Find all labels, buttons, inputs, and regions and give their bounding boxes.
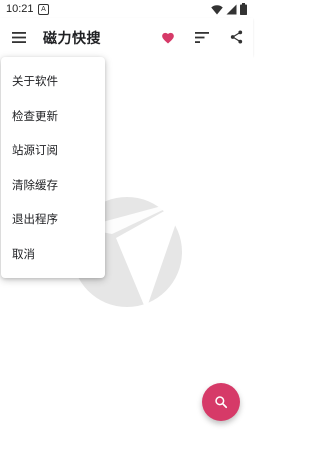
status-icons	[211, 3, 247, 15]
status-bar: 10:21 A	[0, 0, 253, 18]
menu-item-about[interactable]: 关于软件	[1, 64, 105, 99]
menu-item-cancel[interactable]: 取消	[1, 237, 105, 272]
share-icon	[230, 30, 242, 44]
menu-item-source-subscribe[interactable]: 站源订阅	[1, 133, 105, 168]
wifi-icon	[211, 4, 223, 14]
sort-icon	[195, 31, 209, 43]
hamburger-icon	[12, 31, 26, 43]
share-button[interactable]	[226, 27, 246, 47]
notification-a-icon: A	[38, 4, 49, 15]
battery-icon	[240, 3, 247, 15]
app-toolbar: 磁力快搜	[0, 18, 253, 56]
status-time: 10:21	[6, 3, 34, 15]
sort-button[interactable]	[192, 27, 212, 47]
heart-icon	[162, 32, 174, 44]
favorite-button[interactable]	[158, 27, 178, 47]
menu-item-exit[interactable]: 退出程序	[1, 202, 105, 237]
signal-icon	[226, 4, 237, 14]
search-fab[interactable]	[202, 383, 240, 421]
app-title: 磁力快搜	[43, 31, 101, 47]
menu-item-clear-cache[interactable]: 清除缓存	[1, 168, 105, 203]
menu-button[interactable]	[10, 28, 28, 46]
overflow-menu: 关于软件 检查更新 站源订阅 清除缓存 退出程序 取消	[1, 57, 105, 278]
search-icon	[215, 396, 228, 409]
menu-item-check-update[interactable]: 检查更新	[1, 99, 105, 134]
